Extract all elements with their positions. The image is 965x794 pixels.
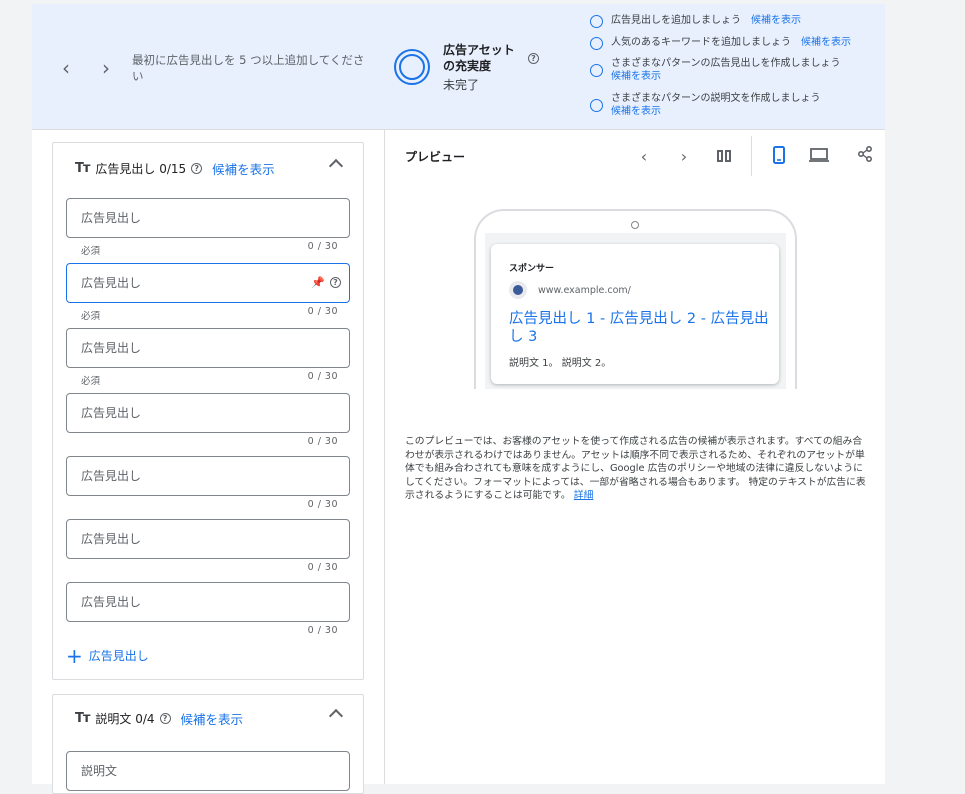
descriptions-header: Tт 説明文 0/4 ? 候補を表示	[75, 709, 243, 727]
ad-preview-card: スポンサー www.example.com/ 広告見出し 1 - 広告見出し 2…	[491, 244, 779, 384]
chevron-up-icon[interactable]	[329, 157, 343, 171]
strength-title: 広告アセットの充実度	[443, 43, 515, 73]
suggestion-text: 人気のあるキーワードを追加しましょう	[611, 37, 791, 48]
toolbar-divider	[751, 136, 752, 176]
char-count: 0 / 30	[307, 241, 338, 252]
camera-icon	[631, 221, 639, 229]
headlines-section: Tт 広告見出し 0/15 ? 候補を表示 広告見出し 必須 0 / 30 広告…	[52, 142, 364, 680]
chevron-right-icon[interactable]: ›	[96, 58, 116, 78]
pin-icon[interactable]: 📌	[311, 264, 325, 302]
banner-hint: 最初に広告見出しを 5 つ以上追加してください	[132, 53, 365, 83]
headline-input[interactable]: 広告見出し 📌 ?	[66, 263, 350, 303]
suggestion-link[interactable]: 候補を表示	[751, 15, 801, 26]
headlines-header: Tт 広告見出し 0/15 ? 候補を表示	[75, 159, 275, 177]
description-input[interactable]: 説明文	[66, 751, 350, 791]
circle-icon	[590, 99, 603, 112]
headlines-title: 広告見出し 0/15	[95, 161, 187, 176]
suggestion-link[interactable]: 候補を表示	[801, 37, 851, 48]
headline-input[interactable]: 広告見出し	[66, 198, 350, 238]
panel-divider	[384, 130, 385, 784]
chevron-left-icon[interactable]: ‹	[633, 146, 655, 168]
help-icon[interactable]: ?	[528, 53, 539, 64]
ad-url: www.example.com/	[538, 285, 631, 296]
learn-more-link[interactable]: 詳細	[574, 490, 594, 501]
suggestion-text: 広告見出しを追加しましょう	[611, 15, 741, 26]
asset-strength-banner: ‹ › 最初に広告見出しを 5 つ以上追加してください 広告アセットの充実度 未…	[32, 4, 885, 130]
suggestion-link[interactable]: 候補を表示	[611, 106, 661, 117]
strength-status: 未完了	[443, 78, 480, 92]
globe-icon	[509, 281, 527, 299]
headline-input[interactable]: 広告見出し	[66, 456, 350, 496]
descriptions-section: Tт 説明文 0/4 ? 候補を表示 説明文	[52, 694, 364, 794]
headline-input[interactable]: 広告見出し	[66, 328, 350, 368]
circle-icon	[590, 15, 603, 28]
char-count: 0 / 30	[307, 499, 338, 510]
preview-title: プレビュー	[405, 150, 466, 164]
phone-screen: スポンサー www.example.com/ 広告見出し 1 - 広告見出し 2…	[485, 233, 786, 389]
sponsored-label: スポンサー	[509, 264, 555, 274]
circle-icon	[590, 37, 603, 50]
ad-headline: 広告見出し 1 - 広告見出し 2 - 広告見出し 3	[509, 311, 769, 345]
text-format-icon: Tт	[75, 710, 90, 726]
strength-ring-icon	[394, 49, 430, 85]
char-count: 0 / 30	[307, 625, 338, 636]
suggestion-item: さまざまなパターンの広告見出しを作成しましょう 候補を表示	[590, 57, 880, 83]
mobile-icon[interactable]	[768, 146, 790, 168]
show-suggestions-link[interactable]: 候補を表示	[212, 159, 275, 178]
suggestion-item: さまざまなパターンの説明文を作成しましょう 候補を表示	[590, 92, 880, 118]
headline-input[interactable]: 広告見出し	[66, 393, 350, 433]
descriptions-title: 説明文 0/4	[95, 711, 155, 726]
required-label: 必須	[81, 376, 101, 387]
headline-placeholder: 広告見出し	[81, 276, 142, 290]
page: ‹ › 最初に広告見出しを 5 つ以上追加してください 広告アセットの充実度 未…	[32, 4, 885, 794]
plus-icon: +	[66, 643, 83, 668]
help-icon[interactable]: ?	[159, 712, 171, 724]
suggestion-text: さまざまなパターンの広告見出しを作成しましょう	[611, 58, 841, 69]
suggestion-text: さまざまなパターンの説明文を作成しましょう	[611, 93, 821, 104]
add-headline-label: 広告見出し	[88, 649, 149, 663]
text-format-icon: Tт	[75, 160, 90, 176]
preview-note-text: このプレビューでは、お客様のアセットを使って作成される広告の候補が表示されます。…	[405, 436, 866, 501]
help-icon[interactable]: ?	[191, 162, 203, 174]
chevron-left-icon[interactable]: ‹	[56, 58, 76, 78]
show-suggestions-link[interactable]: 候補を表示	[181, 709, 244, 728]
char-count: 0 / 30	[307, 306, 338, 317]
required-label: 必須	[81, 246, 101, 257]
headline-input[interactable]: 広告見出し	[66, 519, 350, 559]
desktop-icon[interactable]	[808, 146, 830, 168]
required-label: 必須	[81, 311, 101, 322]
help-icon[interactable]: ?	[330, 277, 341, 288]
ad-description: 説明文 1。 説明文 2。	[509, 358, 612, 369]
suggestion-item: 人気のあるキーワードを追加しましょう 候補を表示	[590, 36, 880, 50]
circle-icon	[590, 64, 603, 77]
chevron-right-icon[interactable]: ›	[673, 146, 695, 168]
headline-input[interactable]: 広告見出し	[66, 582, 350, 622]
chevron-up-icon[interactable]	[329, 707, 343, 721]
char-count: 0 / 30	[307, 436, 338, 447]
share-icon[interactable]	[854, 145, 876, 168]
add-headline-button[interactable]: + 広告見出し	[66, 643, 149, 668]
suggestion-link[interactable]: 候補を表示	[611, 71, 661, 82]
preview-note: このプレビューでは、お客様のアセットを使って作成される広告の候補が表示されます。…	[405, 435, 867, 503]
columns-icon[interactable]	[713, 146, 735, 168]
suggestion-item: 広告見出しを追加しましょう 候補を表示	[590, 14, 880, 28]
char-count: 0 / 30	[307, 562, 338, 573]
phone-frame: スポンサー www.example.com/ 広告見出し 1 - 広告見出し 2…	[474, 209, 797, 389]
char-count: 0 / 30	[307, 371, 338, 382]
